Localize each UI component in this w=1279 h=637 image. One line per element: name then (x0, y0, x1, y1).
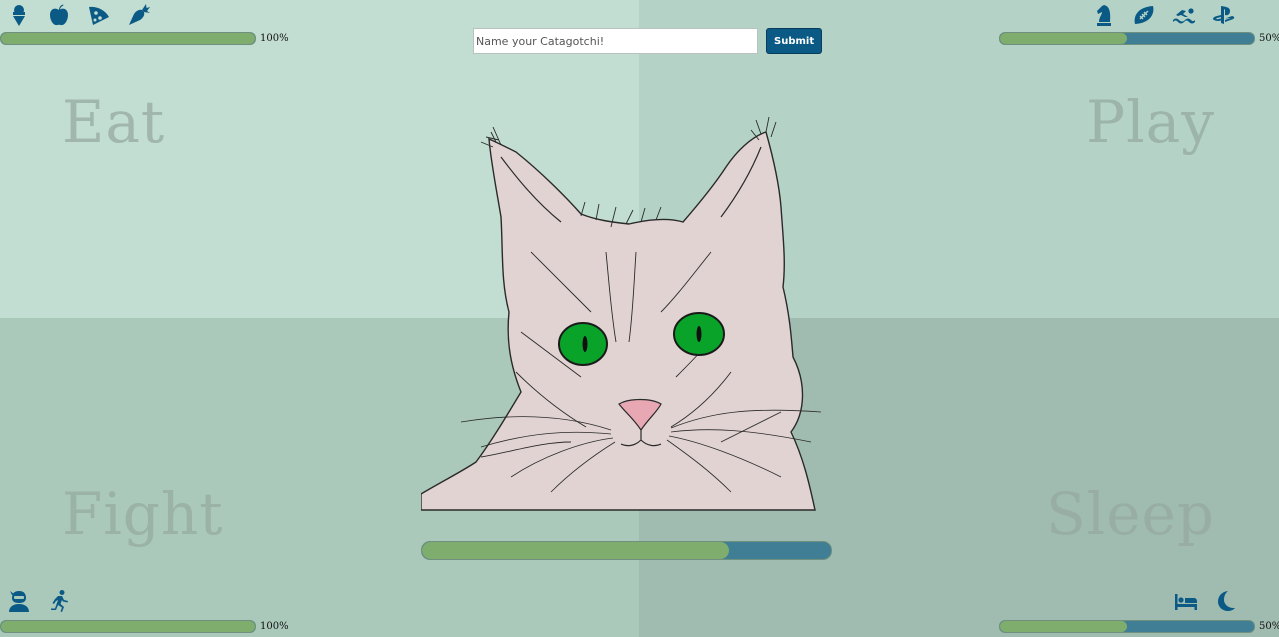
play-label: Play (1086, 88, 1215, 156)
eat-meter-bar (0, 32, 256, 45)
fight-meter-percent: 100% (260, 621, 289, 632)
pizza-icon[interactable] (86, 2, 112, 28)
play-meter-fill (1000, 33, 1127, 44)
ninja-icon[interactable] (6, 588, 32, 614)
apple-icon[interactable] (46, 2, 72, 28)
ice-cream-icon[interactable] (6, 2, 32, 28)
fight-meter-fill (1, 621, 255, 632)
fight-label: Fight (62, 480, 224, 548)
play-meter: 50% (999, 32, 1279, 45)
carrot-icon[interactable] (126, 2, 152, 28)
eat-meter-fill (1, 33, 255, 44)
submit-button[interactable]: Submit (766, 28, 823, 54)
sleep-meter-fill (1000, 621, 1127, 632)
sleep-meter-percent: 50% (1259, 621, 1279, 632)
sleep-meter: 50% (999, 620, 1279, 633)
overall-happiness-meter (421, 541, 832, 560)
cat-illustration[interactable] (421, 112, 821, 512)
play-meter-percent: 50% (1259, 33, 1279, 44)
pet-name-input[interactable] (473, 28, 758, 54)
playstation-icon[interactable] (1211, 2, 1237, 28)
moon-icon[interactable] (1213, 588, 1239, 614)
eat-meter: 100% (0, 32, 289, 45)
cat-fur-shape (421, 131, 816, 511)
running-icon[interactable] (46, 588, 72, 614)
eat-meter-percent: 100% (260, 33, 289, 44)
football-icon[interactable] (1131, 2, 1157, 28)
fight-meter-bar (0, 620, 256, 633)
chess-knight-icon[interactable] (1091, 2, 1117, 28)
play-icon-row (1091, 2, 1237, 28)
bed-icon[interactable] (1173, 588, 1199, 614)
swimmer-icon[interactable] (1171, 2, 1197, 28)
sleep-icon-row (1173, 588, 1239, 614)
sleep-label: Sleep (1045, 480, 1215, 548)
overall-meter-fill (422, 542, 729, 559)
eat-label: Eat (62, 88, 166, 156)
name-form: Submit (473, 28, 823, 54)
cat-left-pupil (582, 336, 588, 352)
fight-icon-row (6, 588, 72, 614)
cat-right-pupil (696, 326, 702, 342)
eat-icon-row (6, 2, 152, 28)
play-meter-bar (999, 32, 1255, 45)
sleep-meter-bar (999, 620, 1255, 633)
fight-meter: 100% (0, 620, 289, 633)
